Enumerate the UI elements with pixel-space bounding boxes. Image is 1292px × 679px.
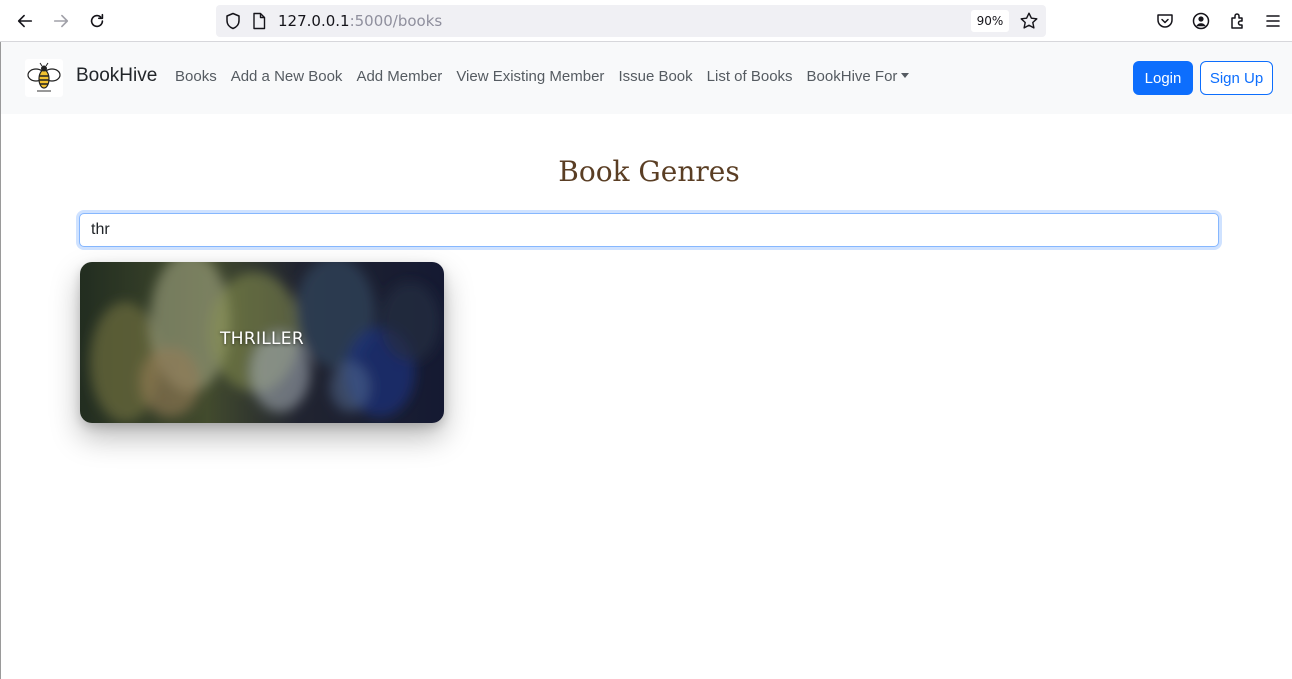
url-text[interactable]: 127.0.0.1:5000/books bbox=[278, 12, 442, 30]
nav-dropdown-bookhive-for[interactable]: BookHive For bbox=[800, 68, 917, 85]
login-button[interactable]: Login bbox=[1133, 61, 1193, 95]
zoom-level-badge[interactable]: 90% bbox=[971, 10, 1009, 32]
nav-link-view-member[interactable]: View Existing Member bbox=[449, 68, 611, 85]
bookhive-logo[interactable] bbox=[25, 59, 63, 97]
bookmark-star-icon[interactable] bbox=[1019, 11, 1039, 31]
address-bar[interactable]: 127.0.0.1:5000/books 90% bbox=[216, 5, 1046, 37]
app-navbar: BookHive Books Add a New Book Add Member… bbox=[0, 42, 1292, 114]
forward-button[interactable] bbox=[49, 9, 73, 33]
reload-icon bbox=[90, 13, 104, 28]
bee-logo-icon bbox=[27, 62, 61, 92]
nav-link-list-books[interactable]: List of Books bbox=[700, 68, 800, 85]
genre-card-thriller[interactable]: THRILLER bbox=[80, 262, 444, 423]
back-button[interactable] bbox=[13, 9, 37, 33]
pocket-icon bbox=[1157, 14, 1173, 28]
reload-button[interactable] bbox=[85, 9, 109, 33]
nav-link-add-book[interactable]: Add a New Book bbox=[224, 68, 350, 85]
genre-card-label: THRILLER bbox=[220, 329, 304, 349]
brand-name[interactable]: BookHive bbox=[76, 65, 157, 87]
nav-dropdown-label: BookHive For bbox=[806, 68, 898, 85]
page-title: Book Genres bbox=[558, 155, 740, 188]
arrow-left-icon bbox=[17, 14, 33, 28]
nav-link-add-member[interactable]: Add Member bbox=[349, 68, 449, 85]
menu-button[interactable] bbox=[1263, 11, 1283, 31]
arrow-right-icon bbox=[53, 14, 69, 28]
account-button[interactable] bbox=[1191, 11, 1211, 31]
genre-search-input[interactable] bbox=[79, 213, 1219, 247]
pocket-button[interactable] bbox=[1155, 11, 1175, 31]
window-left-border bbox=[0, 42, 1, 679]
extensions-button[interactable] bbox=[1228, 11, 1248, 31]
url-host: 127.0.0.1 bbox=[278, 12, 350, 30]
page-icon bbox=[253, 12, 266, 30]
shield-icon[interactable] bbox=[224, 12, 242, 30]
nav-link-books[interactable]: Books bbox=[168, 68, 224, 85]
account-icon bbox=[1192, 12, 1210, 30]
signup-button[interactable]: Sign Up bbox=[1200, 61, 1273, 95]
puzzle-icon bbox=[1231, 13, 1243, 29]
browser-toolbar: 127.0.0.1:5000/books 90% bbox=[0, 0, 1292, 42]
nav-links: Books Add a New Book Add Member View Exi… bbox=[168, 68, 916, 85]
caret-down-icon bbox=[901, 73, 910, 78]
hamburger-menu-icon bbox=[1266, 15, 1280, 27]
url-path: :5000/books bbox=[349, 12, 443, 30]
nav-link-issue-book[interactable]: Issue Book bbox=[611, 68, 699, 85]
